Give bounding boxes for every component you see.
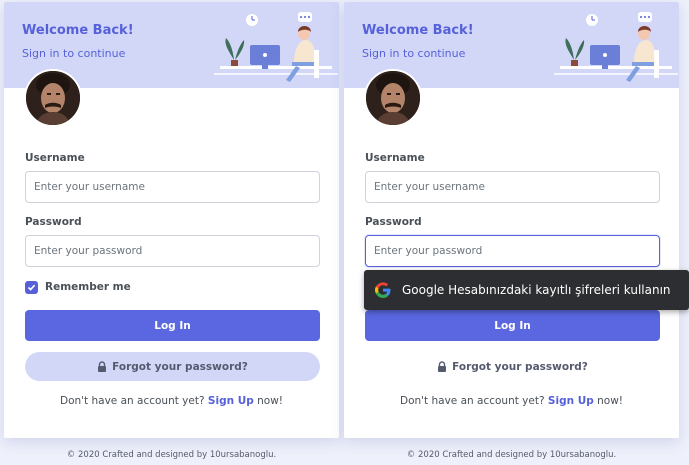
login-card-right: Welcome Back! Sign in to continue Userna…	[344, 2, 679, 438]
welcome-subtitle: Sign in to continue	[22, 47, 126, 60]
lock-icon	[437, 361, 447, 372]
remember-me-checkbox[interactable]	[25, 280, 38, 294]
signup-link[interactable]: Sign Up	[548, 395, 594, 407]
saved-passwords-suggestion[interactable]: Google Hesabınızdaki kayıtlı şifreleri k…	[364, 270, 689, 310]
footer-credit-left: © 2020 Crafted and designed by 10ursaban…	[66, 450, 277, 460]
forgot-password-label: Forgot your password?	[452, 360, 588, 373]
login-button[interactable]: Log In	[365, 310, 660, 341]
signup-prompt: Don't have an account yet? Sign Up now!	[344, 395, 679, 407]
username-input[interactable]	[365, 171, 660, 203]
google-g-icon	[375, 282, 391, 298]
office-illustration	[554, 12, 678, 82]
signup-suffix: now!	[257, 395, 283, 407]
username-input[interactable]	[25, 171, 320, 203]
welcome-title: Welcome Back!	[22, 23, 134, 38]
password-input[interactable]	[365, 235, 660, 267]
user-avatar	[364, 69, 422, 127]
forgot-password-label: Forgot your password?	[112, 360, 248, 373]
office-illustration	[214, 12, 338, 82]
welcome-subtitle: Sign in to continue	[362, 47, 466, 60]
welcome-title: Welcome Back!	[362, 23, 474, 38]
username-label: Username	[25, 152, 85, 164]
signup-prompt: Don't have an account yet? Sign Up now!	[4, 395, 339, 407]
forgot-password-button[interactable]: Forgot your password?	[365, 352, 660, 381]
password-input[interactable]	[25, 235, 320, 267]
lock-icon	[97, 361, 107, 372]
remember-me-row[interactable]: Remember me	[25, 279, 131, 295]
remember-me-label: Remember me	[45, 281, 131, 293]
username-label: Username	[365, 152, 425, 164]
user-avatar	[24, 69, 82, 127]
forgot-password-button[interactable]: Forgot your password?	[25, 352, 320, 381]
signup-suffix: now!	[597, 395, 623, 407]
login-card-left: Welcome Back! Sign in to continue Userna…	[4, 2, 339, 438]
signup-prefix: Don't have an account yet?	[399, 395, 545, 407]
signup-link[interactable]: Sign Up	[208, 395, 254, 407]
password-label: Password	[365, 216, 422, 228]
password-label: Password	[25, 216, 82, 228]
login-button[interactable]: Log In	[25, 310, 320, 341]
saved-passwords-text: Google Hesabınızdaki kayıtlı şifreleri k…	[402, 283, 671, 297]
checkmark-icon	[27, 284, 36, 291]
signup-prefix: Don't have an account yet?	[59, 395, 205, 407]
footer-credit-right: © 2020 Crafted and designed by 10ursaban…	[406, 450, 617, 460]
